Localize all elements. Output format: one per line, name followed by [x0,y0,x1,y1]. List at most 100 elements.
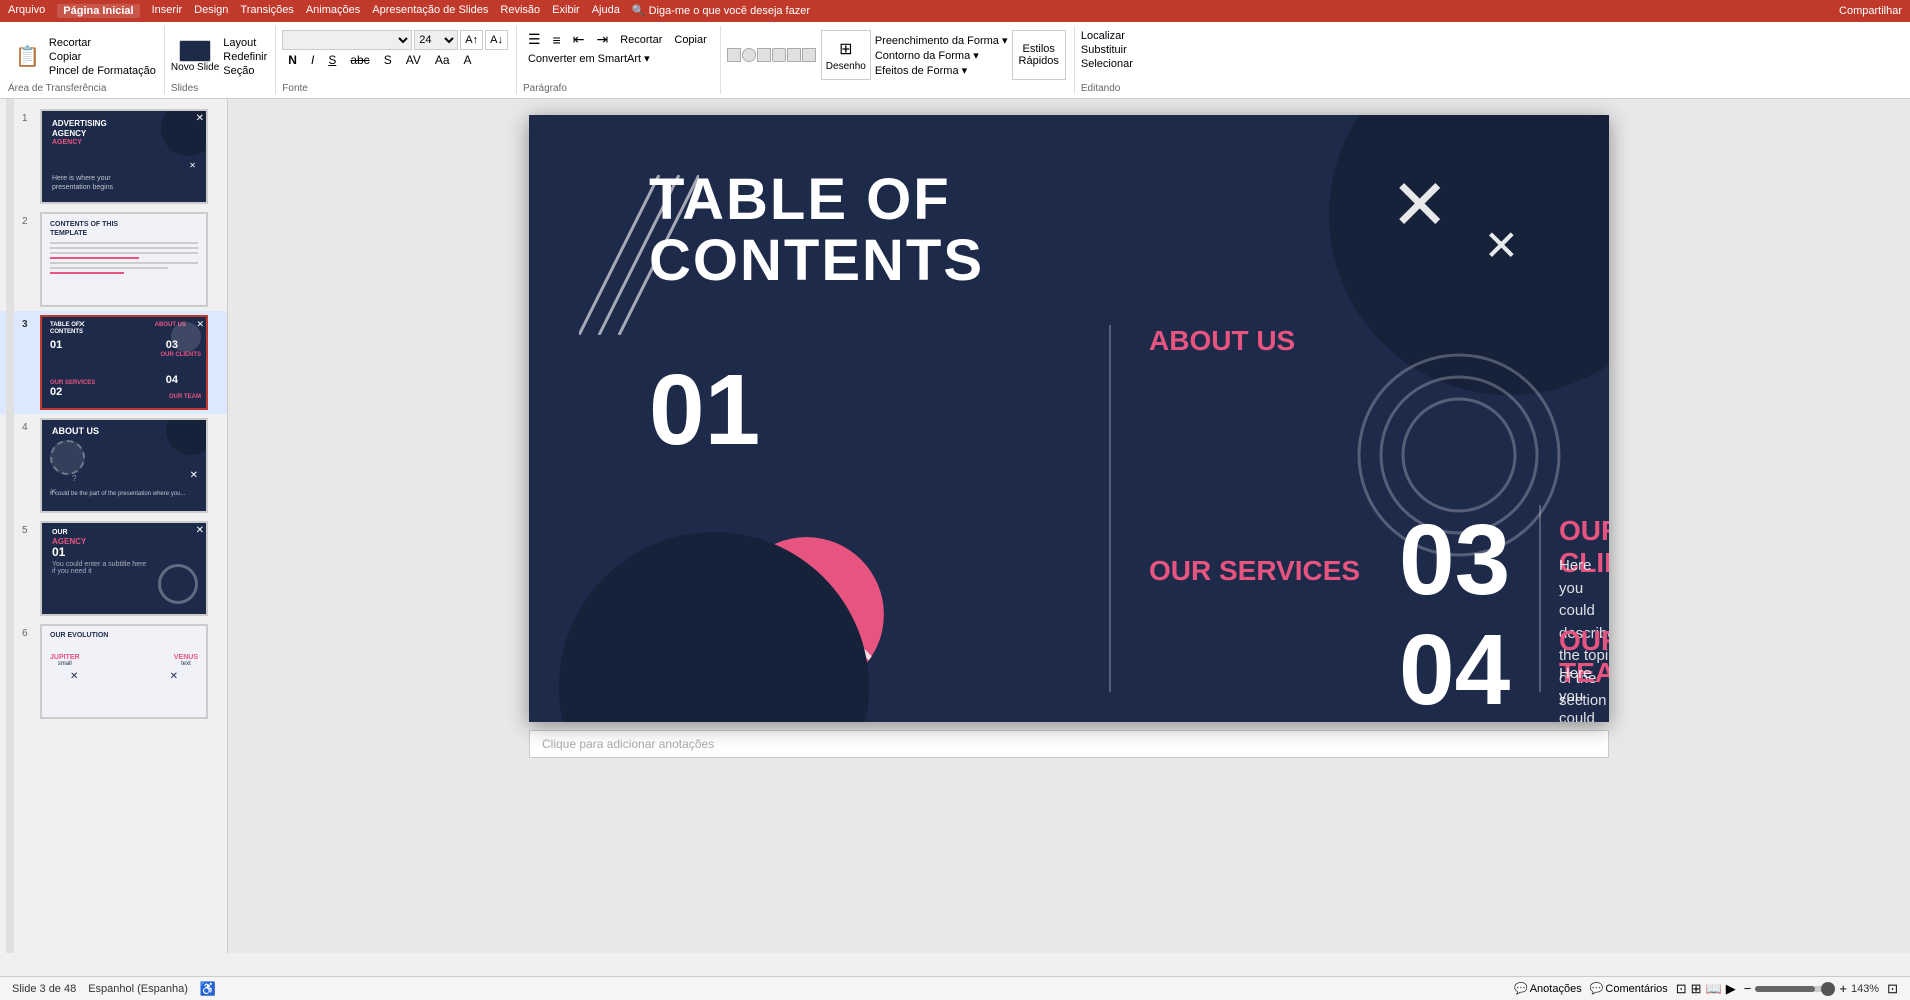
slide-title: TABLE OF CONTENTS [649,170,984,292]
slide-item-4[interactable]: 4 ABOUT US It could be the part of the p… [0,414,227,517]
number-01: 01 [649,365,760,455]
strikethrough-button[interactable]: abc [344,52,375,68]
insert-tab[interactable]: Inserir [152,4,183,18]
slide-thumb-6: OUR EVOLUTION JUPITER small VENUS text ✕… [40,624,208,719]
reading-view-button[interactable]: 📖 [1706,981,1722,997]
text-direction-button[interactable]: Recortar [615,30,667,49]
slide-number-5: 5 [22,525,36,536]
char-spacing-button[interactable]: AV [400,52,427,68]
shadow-button[interactable]: S [378,52,398,68]
outline-button[interactable]: Contorno da Forma ▾ [875,49,1008,62]
editing-label: Editando [1081,83,1120,94]
slide-number-4: 4 [22,422,36,433]
main-slide: ✕ ✕ TABLE OF CONTENTS ABOUT US 01 [529,115,1609,722]
vertical-divider-right [1539,505,1541,692]
slide-thumb-2: CONTENTS OF THISTEMPLATE [40,212,208,307]
notes-button[interactable]: 💬 Anotações [1514,982,1582,995]
accessibility-icon: ♿ [200,981,216,997]
select-button[interactable]: Selecionar [1081,58,1133,70]
italic-button[interactable]: I [305,52,320,68]
x-mark-small: ✕ [1484,225,1519,267]
quick-styles-button[interactable]: EstilosRápidos [1012,30,1066,80]
slide-item-1[interactable]: 1 ADVERTISINGAGENCY AGENCY Here is where… [0,105,227,208]
slide-number-1: 1 [22,113,36,124]
section-button[interactable]: Seção [223,65,267,77]
bold-button[interactable]: N [282,52,303,68]
view-tab[interactable]: Exibir [552,4,580,18]
slide-item-2[interactable]: 2 CONTENTS OF THISTEMPLATE [0,208,227,311]
slide-number-3: 3 [22,319,36,330]
slide-5-close[interactable]: ✕ [196,525,204,536]
search-tab[interactable]: 🔍 Diga-me o que você deseja fazer [632,4,810,18]
slide-thumb-4: ABOUT US It could be the part of the pre… [40,418,208,513]
slide-6-close-1[interactable]: ✕ [70,671,78,682]
home-tab[interactable]: Página Inicial [57,4,139,18]
format-painter-button[interactable]: Pincel de Formatação [49,65,156,77]
transitions-tab[interactable]: Transições [240,4,293,18]
animations-tab[interactable]: Animações [306,4,360,18]
slideshow-view-button[interactable]: ▶ [1726,981,1736,997]
font-color-button[interactable]: A [458,52,478,68]
new-slide-button[interactable]: Novo Slide [171,62,219,73]
slides-label: Slides [171,83,198,94]
change-case-button[interactable]: Aa [429,52,456,68]
slide-4-close[interactable]: ✕ [190,470,198,481]
design-tab[interactable]: Design [194,4,228,18]
fill-button[interactable]: Preenchimento da Forma ▾ [875,34,1008,47]
convert-smartart-button[interactable]: Converter em SmartArt ▾ [523,51,655,66]
slide-counter: Slide 3 de 48 [12,983,76,995]
slide-6-close-2[interactable]: ✕ [170,671,178,682]
paste-button[interactable]: 📋 [8,41,47,72]
help-tab[interactable]: Ajuda [592,4,620,18]
slide-number-2: 2 [22,216,36,227]
slide-1-close[interactable]: ✕ [196,113,204,124]
copy-button[interactable]: Copiar [49,51,156,63]
our-services-label: OUR SERVICES [1149,555,1360,587]
slide-item-5[interactable]: 5 OUR AGENCY 01 You could enter a subtit… [0,517,227,620]
slide-thumb-3: TABLE OFCONTENTS ABOUT US 01 OUR SERVICE… [40,315,208,410]
zoom-in-button[interactable]: + [1839,981,1847,996]
slide-item-6[interactable]: 6 OUR EVOLUTION JUPITER small VENUS text… [0,620,227,723]
fit-slide-button[interactable]: ⊡ [1887,981,1898,997]
replace-button[interactable]: Substituir [1081,44,1133,56]
bullets-button[interactable]: ☰ [523,30,546,49]
x-mark-large: ✕ [1390,170,1449,240]
share-button[interactable]: Compartilhar [1839,5,1902,17]
layout-button[interactable]: Layout [223,37,267,49]
effects-button[interactable]: Efeitos de Forma ▾ [875,64,1008,77]
comments-button[interactable]: 💬 Comentários [1590,982,1668,995]
slide-thumb-1: ADVERTISINGAGENCY AGENCY Here is where y… [40,109,208,204]
number-04: 04 [1399,625,1510,715]
numbering-button[interactable]: ≡ [548,30,566,49]
number-03: 03 [1399,515,1510,605]
slide-thumb-5: OUR AGENCY 01 You could enter a subtitle… [40,521,208,616]
reset-button[interactable]: Redefinir [223,51,267,63]
cut-button[interactable]: Recortar [49,37,156,49]
slide-item-3[interactable]: 3 TABLE OFCONTENTS ABOUT US 01 OUR SERVI… [0,311,227,414]
review-tab[interactable]: Revisão [500,4,540,18]
file-menu[interactable]: Arquivo [8,4,45,18]
slide-sorter-button[interactable]: ⊞ [1691,981,1702,997]
decrease-font-button[interactable]: A↓ [485,30,508,50]
notes-area[interactable]: Clique para adicionar anotações [529,730,1609,758]
paragraph-label: Parágrafo [523,83,567,94]
vertical-divider-left [1109,325,1111,692]
align-text-button[interactable]: Copiar [669,30,711,49]
slide-3-close-2[interactable]: ✕ [196,319,204,330]
decrease-indent-button[interactable]: ⇤ [568,30,590,49]
underline-button[interactable]: S [322,52,342,68]
slide-number-6: 6 [22,628,36,639]
about-us-label: ABOUT US [1149,325,1295,357]
normal-view-button[interactable]: ⊡ [1676,981,1687,997]
increase-indent-button[interactable]: ⇥ [591,30,613,49]
slideshow-tab[interactable]: Apresentação de Slides [372,4,488,18]
zoom-out-button[interactable]: − [1744,981,1752,996]
font-size-select[interactable]: 24 [414,30,458,50]
increase-font-button[interactable]: A↑ [460,30,483,50]
our-team-desc: Here you could describe the topic of the… [1559,663,1609,722]
arrange-button[interactable]: ⊞ Desenho [821,30,871,80]
find-button[interactable]: Localizar [1081,30,1133,42]
font-family-select[interactable] [282,30,412,50]
slide-3-close-1[interactable]: ✕ [78,319,86,330]
font-label: Fonte [282,83,308,94]
